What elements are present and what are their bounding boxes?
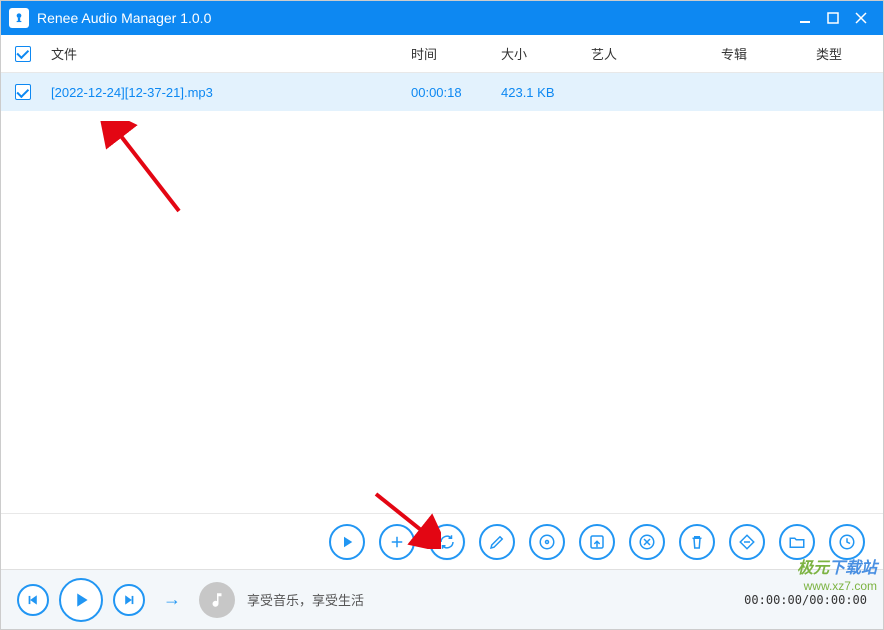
shuffle-icon[interactable]: → [163, 589, 181, 610]
app-title: Renee Audio Manager 1.0.0 [37, 10, 791, 26]
edit-button[interactable] [479, 524, 515, 560]
close-button[interactable] [847, 6, 875, 30]
tag-button[interactable] [729, 524, 765, 560]
folder-button[interactable] [779, 524, 815, 560]
app-icon [9, 8, 29, 28]
column-header-artist[interactable]: 艺人 [591, 44, 721, 63]
cell-file: [2022-12-24][12-37-21].mp3 [51, 85, 411, 100]
toolbar [1, 513, 883, 569]
cell-size: 423.1 KB [501, 85, 591, 100]
file-list: [2022-12-24][12-37-21].mp3 00:00:18 423.… [1, 73, 883, 513]
column-header-size[interactable]: 大小 [501, 44, 591, 63]
player-bar: → 享受音乐，享受生活 00:00:00/00:00:00 [1, 569, 883, 629]
previous-button[interactable] [17, 584, 49, 616]
row-checkbox[interactable] [15, 84, 31, 100]
minimize-button[interactable] [791, 6, 819, 30]
table-row[interactable]: [2022-12-24][12-37-21].mp3 00:00:18 423.… [1, 73, 883, 111]
column-header-type[interactable]: 类型 [816, 44, 869, 63]
remove-button[interactable] [629, 524, 665, 560]
select-all-checkbox[interactable] [15, 46, 31, 62]
add-button[interactable] [379, 524, 415, 560]
table-header: 文件 时间 大小 艺人 专辑 类型 [1, 35, 883, 73]
album-cover-icon [199, 582, 235, 618]
convert-button[interactable] [429, 524, 465, 560]
export-button[interactable] [579, 524, 615, 560]
column-header-album[interactable]: 专辑 [721, 44, 816, 63]
schedule-button[interactable] [829, 524, 865, 560]
delete-button[interactable] [679, 524, 715, 560]
cd-button[interactable] [529, 524, 565, 560]
next-button[interactable] [113, 584, 145, 616]
cell-time: 00:00:18 [411, 85, 501, 100]
annotation-arrow-icon [99, 121, 199, 221]
play-pause-button[interactable] [59, 578, 103, 622]
time-counter: 00:00:00/00:00:00 [744, 593, 867, 607]
title-bar: Renee Audio Manager 1.0.0 [1, 1, 883, 35]
maximize-button[interactable] [819, 6, 847, 30]
play-button[interactable] [329, 524, 365, 560]
now-playing-text: 享受音乐，享受生活 [247, 590, 364, 609]
column-header-time[interactable]: 时间 [411, 44, 501, 63]
column-header-file[interactable]: 文件 [51, 44, 411, 63]
